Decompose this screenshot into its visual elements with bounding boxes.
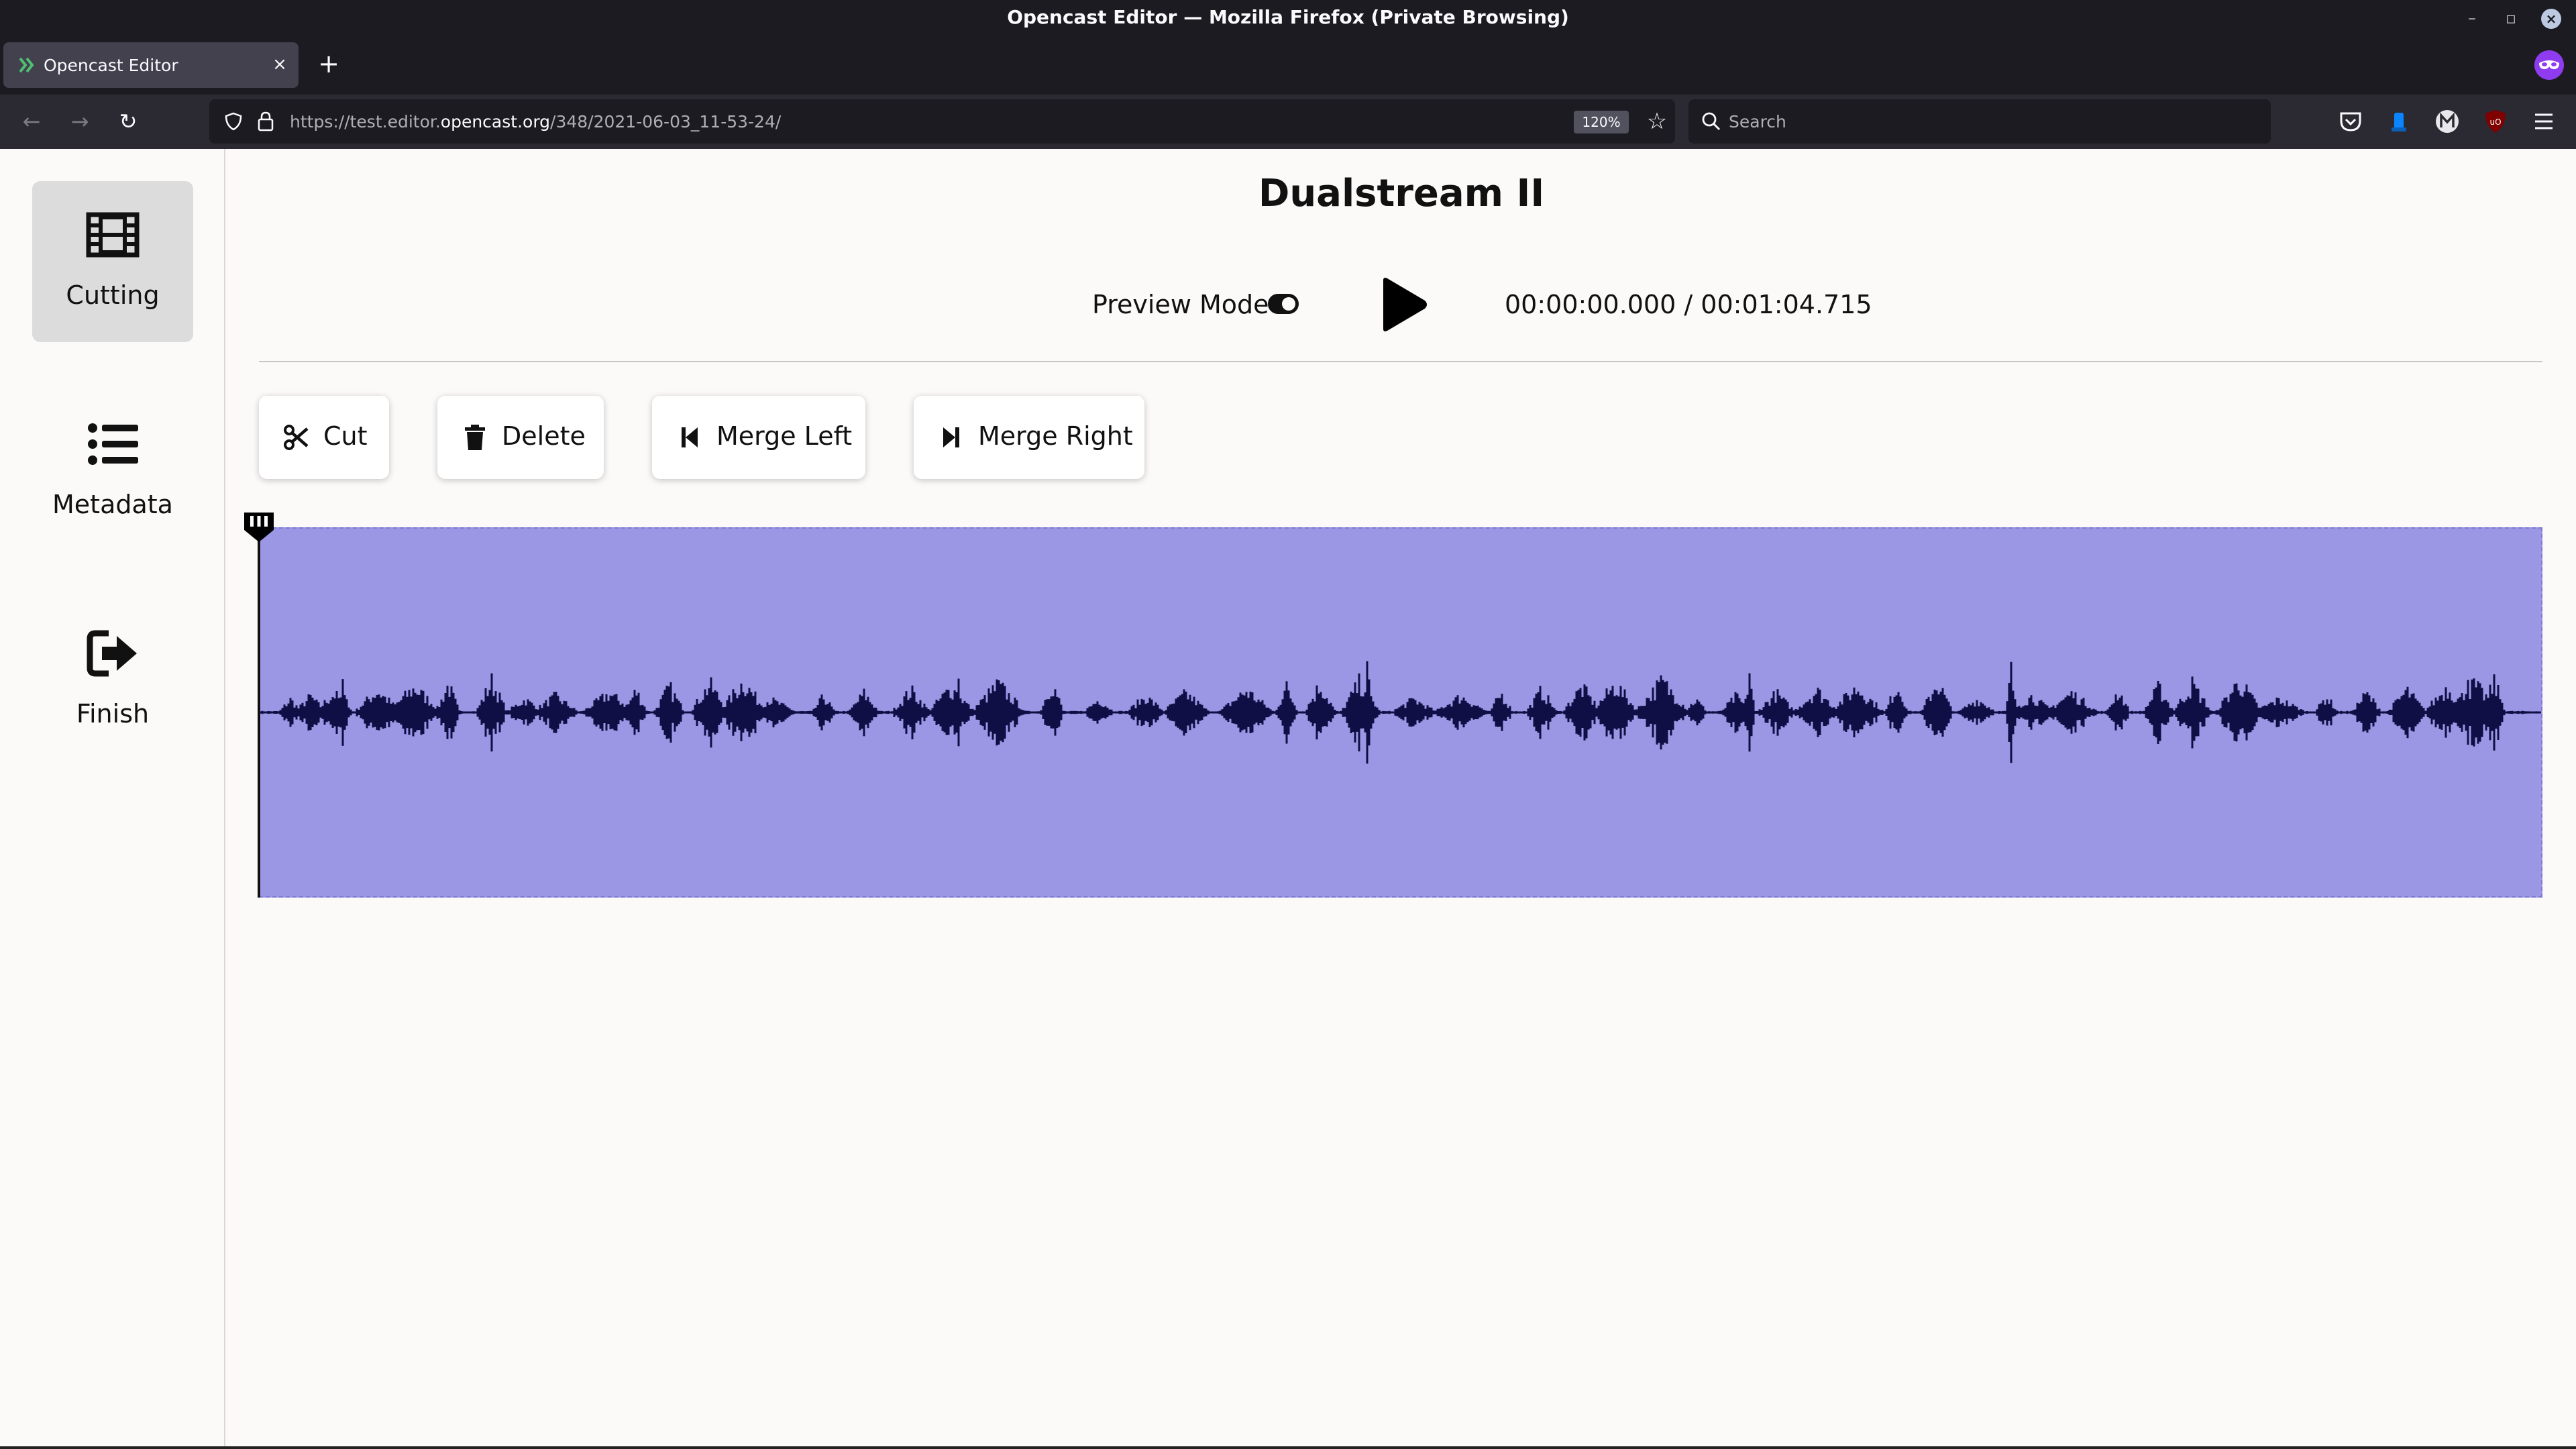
trash-icon xyxy=(465,425,485,450)
tracking-shield-icon[interactable] xyxy=(224,112,243,131)
forward-button[interactable]: → xyxy=(64,106,95,137)
svg-text:uO: uO xyxy=(2489,117,2501,127)
step-forward-icon xyxy=(943,427,959,447)
delete-button[interactable]: Delete xyxy=(437,396,604,479)
extension-icon[interactable] xyxy=(2385,107,2413,136)
editor-sidebar: Cutting Metadata Finish xyxy=(0,149,225,1449)
window-title: Opencast Editor — Mozilla Firefox (Priva… xyxy=(1007,6,1569,28)
lock-icon[interactable] xyxy=(256,111,275,132)
window-close-button[interactable]: × xyxy=(2541,9,2561,29)
new-tab-button[interactable]: + xyxy=(315,50,342,77)
preview-mode-toggle[interactable] xyxy=(1268,294,1299,314)
account-icon[interactable] xyxy=(2433,107,2461,136)
opencast-favicon-icon xyxy=(19,57,34,73)
playhead-line[interactable] xyxy=(258,523,260,898)
navigation-toolbar: ← → ↻ https://test.editor.opencast.org/3… xyxy=(0,95,2576,149)
restore-button[interactable]: ▫ xyxy=(2501,8,2521,28)
search-bar[interactable] xyxy=(1688,99,2271,144)
hamburger-menu-icon[interactable] xyxy=(2530,107,2558,136)
url-host: opencast.org xyxy=(440,112,551,131)
zoom-level-badge[interactable]: 120% xyxy=(1574,111,1629,133)
url-text[interactable]: https://test.editor.opencast.org/348/202… xyxy=(290,112,781,131)
bookmark-star-icon[interactable]: ☆ xyxy=(1644,108,1670,135)
current-time: 00:00:00.000 xyxy=(1505,290,1676,319)
preview-mode-label: Preview Mode xyxy=(1092,290,1269,319)
total-duration: 00:01:04.715 xyxy=(1701,290,1872,319)
time-display: 00:00:00.000 / 00:01:04.715 xyxy=(1505,290,1872,319)
private-browsing-icon xyxy=(2534,50,2564,80)
merge-left-button[interactable]: Merge Left xyxy=(652,396,865,479)
sidebar-item-finish[interactable]: Finish xyxy=(32,600,193,761)
merge-left-label: Merge Left xyxy=(716,421,853,451)
page-title: Dualstream II xyxy=(1258,172,1545,215)
reload-button[interactable]: ↻ xyxy=(113,106,144,137)
browser-tab[interactable]: Opencast Editor × xyxy=(3,42,299,88)
back-button[interactable]: ← xyxy=(16,106,47,137)
url-path: /348/2021-06-03_11-53-24/ xyxy=(550,112,782,131)
url-prefix: https://test.editor. xyxy=(290,112,441,131)
sidebar-item-label: Finish xyxy=(76,699,150,729)
search-icon xyxy=(1702,112,1720,130)
step-backward-icon xyxy=(682,427,698,447)
sidebar-item-label: Cutting xyxy=(66,280,160,310)
playhead-handle-icon[interactable] xyxy=(241,510,276,543)
sign-out-icon xyxy=(87,630,137,677)
time-separator: / xyxy=(1684,290,1693,319)
sidebar-item-label: Metadata xyxy=(52,490,173,519)
play-button[interactable] xyxy=(1375,275,1429,334)
url-bar[interactable]: https://test.editor.opencast.org/348/202… xyxy=(209,99,1675,144)
minimize-button[interactable]: – xyxy=(2462,8,2482,28)
scissors-icon xyxy=(284,425,309,450)
tab-bar: Opencast Editor × + xyxy=(0,37,2576,95)
window-bottom-edge xyxy=(0,1446,2576,1449)
cut-button[interactable]: Cut xyxy=(259,396,389,479)
film-icon xyxy=(86,212,140,258)
sidebar-item-metadata[interactable]: Metadata xyxy=(32,390,193,551)
sidebar-item-cutting[interactable]: Cutting xyxy=(32,181,193,342)
delete-label: Delete xyxy=(502,421,586,451)
timeline-segment[interactable] xyxy=(259,527,2542,898)
search-input[interactable] xyxy=(1729,106,2252,137)
pocket-icon[interactable] xyxy=(2337,107,2365,136)
list-icon xyxy=(88,423,138,465)
ublock-origin-icon[interactable]: uO xyxy=(2481,107,2510,136)
tab-close-button[interactable]: × xyxy=(268,53,291,76)
merge-right-button[interactable]: Merge Right xyxy=(914,396,1144,479)
merge-right-label: Merge Right xyxy=(978,421,1133,451)
window-titlebar: Opencast Editor — Mozilla Firefox (Priva… xyxy=(0,0,2576,37)
cut-label: Cut xyxy=(323,421,368,451)
tab-title: Opencast Editor xyxy=(44,56,178,75)
audio-waveform xyxy=(260,661,2541,764)
header-divider xyxy=(259,361,2542,362)
